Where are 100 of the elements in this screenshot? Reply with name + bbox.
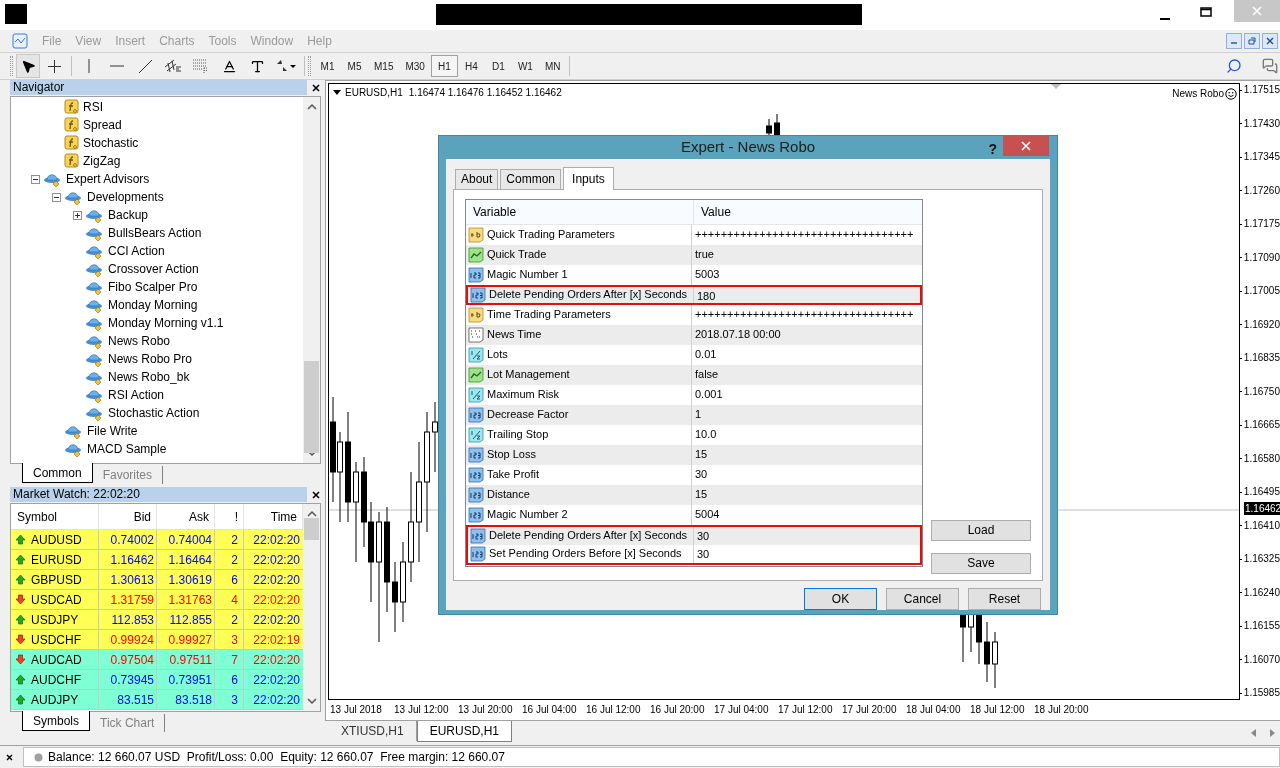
indicator-icon xyxy=(64,99,80,115)
tree-item[interactable]: RSI xyxy=(83,98,103,116)
tree-item[interactable]: Developments xyxy=(87,188,164,206)
tree-item[interactable]: RSI Action xyxy=(108,386,165,404)
parameter-row[interactable]: Set Pending Orders Before [x] Seconds 30 xyxy=(466,544,922,565)
column-header[interactable]: Ask xyxy=(157,504,215,529)
parameter-row[interactable]: Lot Management false xyxy=(466,364,922,385)
tree-item[interactable]: Fibo Scalper Pro xyxy=(108,278,198,296)
tree-item[interactable]: Stochastic xyxy=(83,134,139,152)
close-icon[interactable] xyxy=(312,490,320,499)
column-header[interactable]: Symbol xyxy=(11,504,99,529)
dialog-button[interactable]: Load xyxy=(931,519,1031,541)
scroll-thumb[interactable] xyxy=(304,361,319,453)
int-type-icon xyxy=(468,506,484,523)
mdi-minimize-button[interactable] xyxy=(1226,33,1242,49)
symbol-row[interactable]: USDCAD 1.31759 1.31763 4 22:02:20 xyxy=(11,590,303,610)
tree-item[interactable]: Stochastic Action xyxy=(108,404,200,422)
column-header[interactable]: Variable xyxy=(466,199,694,224)
scroll-thumb[interactable] xyxy=(304,518,319,540)
parameter-row[interactable]: News Time 2018.07.18 00:00 xyxy=(466,324,922,345)
parameter-row[interactable]: Quick Trade true xyxy=(466,244,922,265)
dialog-tab[interactable]: Common xyxy=(500,168,562,189)
tree-item[interactable]: News Robo xyxy=(108,332,171,350)
close-icon[interactable] xyxy=(312,83,320,92)
tree-item[interactable]: Spread xyxy=(83,116,122,134)
panel-tab[interactable]: Favorites xyxy=(92,466,164,484)
scroll-up-icon[interactable] xyxy=(306,510,317,518)
scroll-left-icon[interactable] xyxy=(1250,729,1258,737)
chat-icon[interactable] xyxy=(1262,58,1278,74)
symbol-row[interactable]: GBPUSD 1.30613 1.30619 6 22:02:20 xyxy=(11,570,303,590)
tree-item[interactable]: Monday Morning v1.1 xyxy=(108,314,224,332)
dialog-button[interactable]: Cancel xyxy=(886,587,959,610)
collapse-icon[interactable] xyxy=(31,174,40,184)
scrollbar[interactable] xyxy=(303,504,320,711)
close-button[interactable] xyxy=(1003,136,1049,156)
collapse-icon[interactable] xyxy=(52,192,61,202)
dialog-tab[interactable]: Inputs xyxy=(563,166,614,190)
panel-tab[interactable]: Symbols xyxy=(22,711,90,731)
tree-item[interactable]: Monday Morning xyxy=(108,296,198,314)
cursor-tool[interactable] xyxy=(16,54,40,78)
column-header[interactable]: Bid xyxy=(99,504,157,529)
symbol-row[interactable]: AUDUSD 0.74002 0.74004 2 22:02:20 xyxy=(11,530,303,550)
dialog-button[interactable]: OK xyxy=(804,587,877,610)
parameter-row[interactable]: Distance 15 xyxy=(466,484,922,505)
timeframe-button[interactable]: M1 xyxy=(314,55,341,77)
tree-item[interactable]: News Robo Pro xyxy=(108,350,193,368)
tree-item[interactable]: Expert Advisors xyxy=(66,170,150,188)
symbol-row[interactable]: USDJPY 112.853 112.855 2 22:02:20 xyxy=(11,610,303,630)
hat-icon xyxy=(85,225,105,241)
dialog-button[interactable]: Reset xyxy=(968,587,1041,610)
symbol-row[interactable]: USDCHF 0.99924 0.99927 3 22:02:19 xyxy=(11,630,303,650)
help-button[interactable]: ? xyxy=(988,139,997,160)
symbol-row[interactable]: AUDJPY 83.515 83.518 3 22:02:20 xyxy=(11,690,303,710)
timeframe-button[interactable]: H4 xyxy=(457,55,485,77)
panel-tab[interactable]: Tick Chart xyxy=(90,714,166,732)
spread-cell: 3 xyxy=(215,690,244,709)
symbol-row[interactable]: EURUSD 1.16462 1.16464 2 22:02:20 xyxy=(11,550,303,570)
timeframe-button[interactable]: W1 xyxy=(511,55,539,77)
dialog-button[interactable]: Save xyxy=(931,552,1031,574)
parameter-row[interactable]: Delete Pending Orders After [x] Seconds 30 xyxy=(466,524,922,545)
tree-item[interactable]: MACD Sample xyxy=(87,440,167,458)
column-header[interactable]: Value xyxy=(694,199,922,224)
panel-tab[interactable]: Common xyxy=(22,463,93,483)
scroll-down-icon[interactable] xyxy=(306,697,317,705)
column-header[interactable]: ! xyxy=(215,504,244,529)
tree-item[interactable]: File Write xyxy=(87,422,138,440)
chart-tab[interactable]: XTIUSD,H1 xyxy=(329,721,417,741)
parameter-row[interactable]: Decrease Factor 1 xyxy=(466,404,922,425)
timeframe-button[interactable]: D1 xyxy=(484,55,512,77)
dialog-tab[interactable]: About xyxy=(455,168,499,189)
int-type-icon xyxy=(468,466,484,483)
parameter-row[interactable]: Delete Pending Orders After [x] Seconds 180 xyxy=(466,284,922,305)
maximize-icon[interactable] xyxy=(1200,7,1212,17)
tree-item[interactable]: BullsBears Action xyxy=(108,224,202,242)
scrollbar[interactable] xyxy=(303,97,320,463)
mdi-close-button[interactable] xyxy=(1262,33,1278,49)
tree-item[interactable]: CCI Action xyxy=(108,242,165,260)
search-icon[interactable] xyxy=(1226,58,1242,74)
tree-item[interactable]: Crossover Action xyxy=(108,260,199,278)
mdi-restore-button[interactable] xyxy=(1244,33,1260,49)
expand-icon[interactable] xyxy=(73,210,82,220)
tree-item[interactable]: ZigZag xyxy=(83,152,121,170)
timeframe-button[interactable]: MN xyxy=(538,55,567,77)
scroll-up-icon[interactable] xyxy=(306,103,317,111)
spread-cell: 2 xyxy=(215,610,244,629)
price-label: 1.16410 xyxy=(1243,518,1280,533)
timeframe-button[interactable]: H1 xyxy=(430,55,458,77)
close-icon[interactable] xyxy=(6,753,13,761)
scroll-right-icon[interactable] xyxy=(1268,729,1276,737)
timeframe-button[interactable]: M15 xyxy=(368,55,400,77)
timeframe-button[interactable]: M30 xyxy=(399,55,431,77)
symbol-row[interactable]: AUDCHF 0.73945 0.73951 6 22:02:20 xyxy=(11,670,303,690)
parameter-row[interactable]: Stop Loss 15 xyxy=(466,444,922,465)
timeframe-button[interactable]: M5 xyxy=(341,55,368,77)
chart-tab[interactable]: EURUSD,H1 xyxy=(416,721,513,742)
shift-marker-icon[interactable] xyxy=(1051,84,1061,90)
tree-item[interactable]: News Robo_bk xyxy=(108,368,190,386)
dropdown-icon[interactable] xyxy=(333,89,341,96)
symbol-row[interactable]: AUDCAD 0.97504 0.97511 7 22:02:20 xyxy=(11,650,303,670)
tree-item[interactable]: Backup xyxy=(108,206,149,224)
